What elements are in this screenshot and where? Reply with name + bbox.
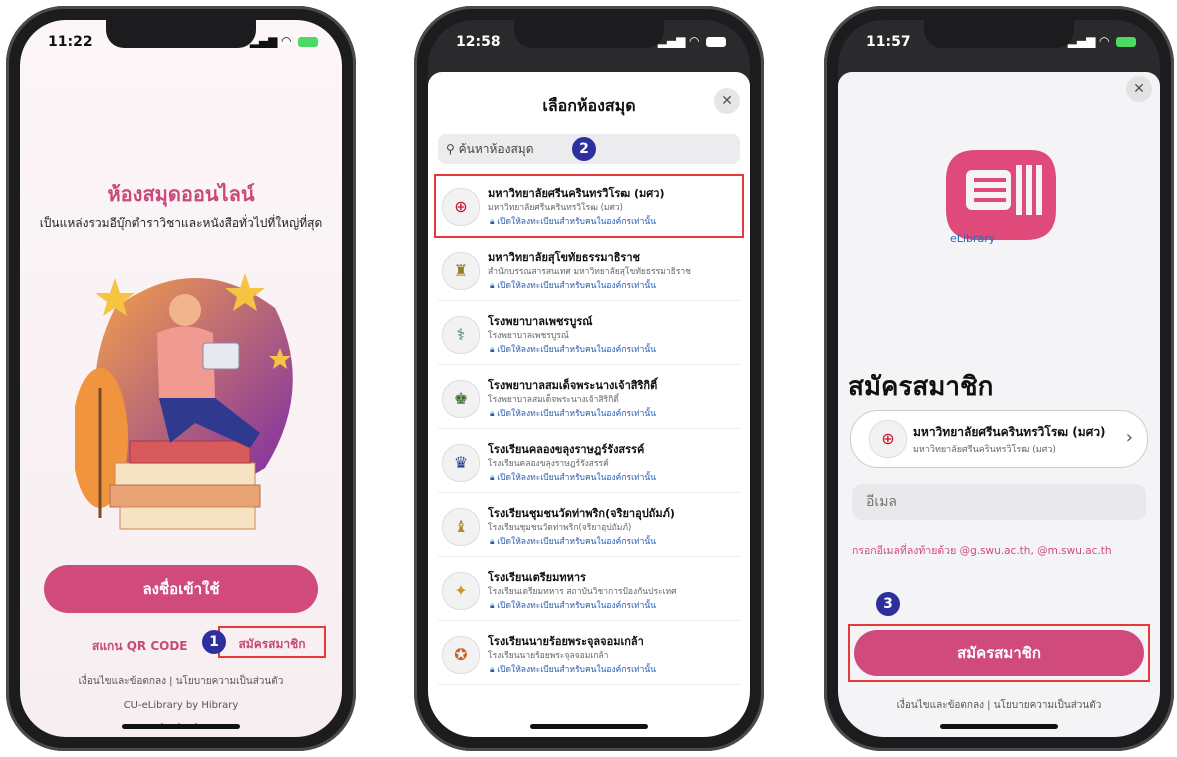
library-item[interactable]: ♝ โรงเรียนชุมชนวัดท่าพริก(จริยาอุปถัมภ์)… — [438, 496, 740, 557]
search-icon: ⚲ — [446, 142, 455, 156]
library-select-screen: 12:58 ▂▄▆ ◠ เลือกห้องสมุด ✕ ⚲ ค้นหาห้องส… — [428, 20, 750, 737]
step-marker-3: 3 — [876, 592, 900, 616]
library-logo-icon: ♚ — [442, 380, 480, 418]
wifi-icon: ◠ — [281, 34, 291, 48]
home-indicator — [122, 724, 240, 729]
register-screen: 11:57 ▂▄▆ ◠ ✕ eLibrary สมัครสมาชิก ⊕ มหา… — [838, 20, 1160, 737]
library-item[interactable]: ♛ โรงเรียนคลองขลุงราษฎร์รังสรรค์ โรงเรีย… — [438, 432, 740, 493]
status-time: 12:58 — [456, 34, 501, 50]
login-button[interactable]: ลงชื่อเข้าใช้ — [44, 565, 318, 613]
battery-icon — [298, 36, 318, 47]
library-note: 🔒︎ เปิดให้ลงทะเบียนสำหรับคนในองค์กรเท่าน… — [490, 345, 656, 355]
library-subtitle: สำนักบรรณสารสนเทศ มหาวิทยาลัยสุโขทัยธรรม… — [488, 267, 691, 277]
status-icons: ▂▄▆ ◠ — [658, 34, 726, 48]
library-note: 🔒︎ เปิดให้ลงทะเบียนสำหรับคนในองค์กรเท่าน… — [490, 281, 656, 291]
library-note: 🔒︎ เปิดให้ลงทะเบียนสำหรับคนในองค์กรเท่าน… — [490, 601, 656, 611]
selected-library-subtitle: มหาวิทยาลัยศรีนครินทรวิโรฒ (มศว) — [913, 445, 1056, 455]
library-item[interactable]: ✪ โรงเรียนนายร้อยพระจุลจอมเกล้า โรงเรียน… — [438, 624, 740, 685]
library-note: 🔒︎ เปิดให้ลงทะเบียนสำหรับคนในองค์กรเท่าน… — [490, 473, 656, 483]
wifi-icon: ◠ — [689, 34, 699, 48]
credit-text: CU-eLibrary by Hibrary — [123, 700, 239, 711]
page-title: สมัครสมาชิก — [848, 372, 994, 402]
status-time: 11:22 — [48, 34, 93, 50]
battery-icon — [1116, 36, 1136, 47]
chevron-right-icon: › — [1125, 427, 1133, 448]
terms-links[interactable]: เงื่อนไขและข้อตกลง | นโยบายความเป็นส่วนต… — [838, 698, 1160, 713]
status-time: 11:57 — [866, 34, 911, 50]
home-screen: 11:22 ▂▄▆ ◠ ห้องสมุดออนไลน์ เป็นแหล่งรวม… — [20, 20, 342, 737]
library-subtitle: โรงเรียนชุมชนวัดท่าพริก(จริยาอุปถัมภ์) — [488, 523, 632, 533]
battery-icon — [706, 36, 726, 47]
library-item[interactable]: ⚕ โรงพยาบาลเพชรบูรณ์ โรงพยาบาลเพชรบูรณ์ … — [438, 304, 740, 365]
selection-highlight — [434, 174, 744, 238]
library-logo-icon: ⚕ — [442, 316, 480, 354]
library-logo-icon: ♛ — [442, 444, 480, 482]
email-hint: กรอกอีเมลที่ลงท้ายด้วย @g.swu.ac.th, @m.… — [852, 545, 1112, 557]
phone-register: 11:57 ▂▄▆ ◠ ✕ eLibrary สมัครสมาชิก ⊕ มหา… — [824, 6, 1174, 751]
library-selector[interactable]: ⊕ มหาวิทยาลัยศรีนครินทรวิโรฒ (มศว) มหาวิ… — [850, 410, 1148, 468]
close-icon[interactable]: ✕ — [1126, 76, 1152, 102]
page-subtitle: เป็นแหล่งรวมอีบุ๊กตำราวิชาและหนังสือทั่ว… — [39, 216, 323, 230]
register-button[interactable]: สมัครสมาชิก — [854, 630, 1144, 676]
home-indicator — [530, 724, 648, 729]
library-logo-icon: ♝ — [442, 508, 480, 546]
selected-library-name: มหาวิทยาลัยศรีนครินทรวิโรฒ (มศว) — [913, 425, 1106, 439]
status-icons: ▂▄▆ ◠ — [1068, 34, 1136, 48]
sheet-title: เลือกห้องสมุด — [542, 96, 636, 115]
library-item[interactable]: ♜ มหาวิทยาลัยสุโขทัยธรรมาธิราช สำนักบรรณ… — [438, 240, 740, 301]
register-link[interactable]: สมัครสมาชิก — [218, 626, 326, 658]
library-logo-icon: ✪ — [442, 636, 480, 674]
scan-qr-link[interactable]: สแกน QR CODE — [92, 637, 188, 656]
page-title: ห้องสมุดออนไลน์ — [107, 182, 255, 206]
library-note: 🔒︎ เปิดให้ลงทะเบียนสำหรับคนในองค์กรเท่าน… — [490, 409, 656, 419]
library-logo-icon: ✦ — [442, 572, 480, 610]
notch — [924, 20, 1074, 48]
library-subtitle: โรงเรียนนายร้อยพระจุลจอมเกล้า — [488, 651, 609, 661]
wifi-icon: ◠ — [1099, 34, 1109, 48]
step-marker-1: 1 — [202, 630, 226, 654]
home-indicator — [940, 724, 1058, 729]
search-placeholder: ค้นหาห้องสมุด — [458, 142, 534, 156]
logo-text: eLibrary — [950, 232, 996, 245]
register-button-highlight: สมัครสมาชิก — [848, 624, 1150, 682]
status-icons: ▂▄▆ ◠ — [250, 34, 318, 48]
library-sheet: เลือกห้องสมุด ✕ ⚲ ค้นหาห้องสมุด 2 ⊕ มหาว… — [428, 72, 750, 737]
reading-illustration — [75, 273, 293, 530]
library-subtitle: โรงเรียนคลองขลุงราษฎร์รังสรรค์ — [488, 459, 609, 469]
library-subtitle: โรงเรียนเตรียมทหาร สถาบันวิชาการป้องกันป… — [488, 587, 677, 597]
library-subtitle: โรงพยาบาลเพชรบูรณ์ — [488, 331, 569, 341]
notch — [106, 20, 256, 48]
email-field[interactable] — [852, 484, 1146, 520]
library-item[interactable]: ♚ โรงพยาบาลสมเด็จพระนางเจ้าสิริกิติ์ โรง… — [438, 368, 740, 429]
library-item[interactable]: ✦ โรงเรียนเตรียมทหาร โรงเรียนเตรียมทหาร … — [438, 560, 740, 621]
register-sheet: ✕ eLibrary สมัครสมาชิก ⊕ มหาวิทยาลัยศรีน… — [838, 72, 1160, 737]
library-logo-icon: ⊕ — [869, 420, 907, 458]
notch — [514, 20, 664, 48]
phone-library-select: 12:58 ▂▄▆ ◠ เลือกห้องสมุด ✕ ⚲ ค้นหาห้องส… — [414, 6, 764, 751]
phone-home: 11:22 ▂▄▆ ◠ ห้องสมุดออนไลน์ เป็นแหล่งรวม… — [6, 6, 356, 751]
terms-links[interactable]: เงื่อนไขและข้อตกลง | นโยบายความเป็นส่วนต… — [20, 674, 342, 689]
library-subtitle: โรงพยาบาลสมเด็จพระนางเจ้าสิริกิติ์ — [488, 395, 619, 405]
library-note: 🔒︎ เปิดให้ลงทะเบียนสำหรับคนในองค์กรเท่าน… — [490, 537, 656, 547]
close-icon[interactable]: ✕ — [714, 88, 740, 114]
step-marker-2: 2 — [572, 137, 596, 161]
library-note: 🔒︎ เปิดให้ลงทะเบียนสำหรับคนในองค์กรเท่าน… — [490, 665, 656, 675]
library-logo-icon: ♜ — [442, 252, 480, 290]
